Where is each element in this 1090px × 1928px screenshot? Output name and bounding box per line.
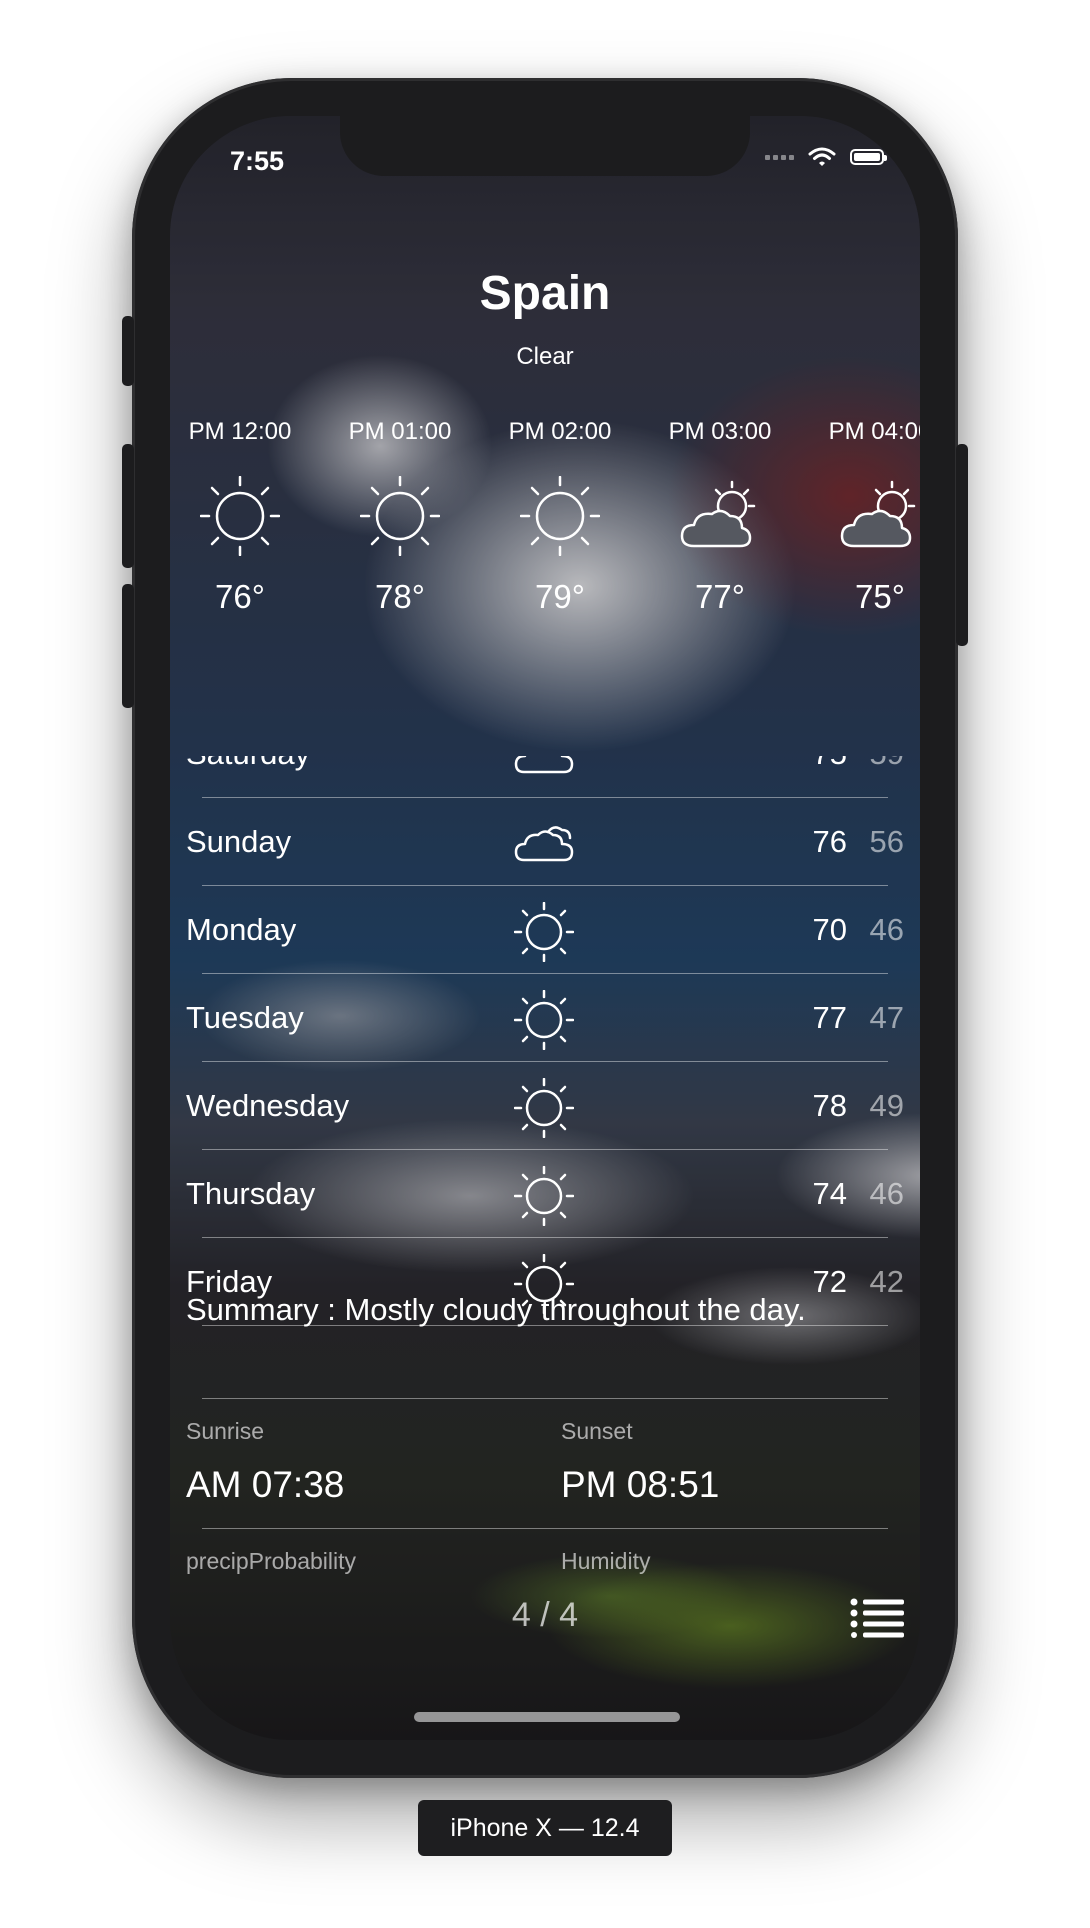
daily-row: Sunday 76 56 — [170, 798, 920, 886]
details-divider — [202, 1528, 888, 1529]
day-high: 74 — [812, 1176, 847, 1211]
mute-switch — [122, 316, 134, 386]
hourly-item: PM 03:00 77° — [650, 418, 790, 615]
summary-divider — [202, 1398, 888, 1399]
power-button — [956, 444, 968, 646]
hourly-item: PM 04:00 75° — [810, 418, 920, 615]
daily-row: Tuesday 77 47 — [170, 974, 920, 1062]
hour-time: PM 04:00 — [828, 418, 920, 445]
city-title: Spain — [479, 267, 611, 320]
hour-temp: 79° — [535, 578, 585, 615]
cloud-icon — [514, 756, 574, 774]
battery-icon — [850, 149, 887, 165]
hour-time: PM 12:00 — [188, 418, 292, 445]
hour-time: PM 01:00 — [348, 418, 452, 445]
volume-up-button — [122, 444, 134, 568]
sunrise-value: AM 07:38 — [186, 1464, 345, 1505]
sunset-label: Sunset — [561, 1418, 633, 1444]
hour-time: PM 02:00 — [508, 418, 612, 445]
page-indicator: 4 / 4 — [511, 1596, 579, 1634]
day-high: 75 — [813, 756, 847, 772]
summary-text: Summary : Mostly cloudy throughout the d… — [186, 1292, 806, 1327]
day-name: Monday — [186, 912, 297, 947]
hour-temp: 75° — [855, 578, 905, 615]
day-low: 42 — [869, 1264, 904, 1299]
sunrise-label: Sunrise — [186, 1418, 264, 1444]
hourly-item: PM 02:00 79° — [490, 418, 630, 615]
sun-icon — [514, 990, 574, 1050]
sun-icon — [514, 1078, 574, 1138]
day-high: 72 — [812, 1264, 847, 1299]
hour-temp: 76° — [215, 578, 265, 615]
day-low: 46 — [869, 1176, 904, 1211]
day-high: 70 — [812, 912, 847, 947]
precip-probability-label: precipProbability — [186, 1548, 357, 1574]
hour-temp: 77° — [695, 578, 745, 615]
hour-time: PM 03:00 — [668, 418, 772, 445]
day-high: 76 — [812, 824, 847, 859]
hourly-forecast-scroll[interactable]: PM 12:00 76° PM 01:00 78° PM 02:00 79° P… — [170, 418, 920, 768]
day-name: Wednesday — [186, 1088, 350, 1123]
home-indicator[interactable] — [414, 1712, 680, 1722]
sunset-value: PM 08:51 — [561, 1464, 720, 1505]
day-low: 59 — [870, 756, 904, 772]
sun-icon — [514, 902, 574, 962]
hourly-item: PM 01:00 78° — [330, 418, 470, 615]
day-high: 78 — [812, 1088, 847, 1123]
partly-cloudy-icon — [840, 480, 916, 548]
partly-cloudy-icon — [680, 480, 756, 548]
list-icon[interactable] — [850, 1598, 904, 1638]
sun-icon — [360, 476, 440, 556]
day-name: Thursday — [186, 1176, 316, 1211]
sun-icon — [520, 476, 600, 556]
humidity-label: Humidity — [561, 1548, 651, 1574]
notch — [340, 116, 750, 176]
cloud-icon — [514, 826, 574, 862]
daily-row: Saturday 75 59 — [170, 756, 920, 798]
daily-row: Monday 70 46 — [170, 886, 920, 974]
day-low: 46 — [869, 912, 904, 947]
sun-icon — [200, 476, 280, 556]
hour-temp: 78° — [375, 578, 425, 615]
day-high: 77 — [812, 1000, 847, 1035]
hourly-item: PM 12:00 76° — [170, 418, 310, 615]
day-name: Sunday — [186, 824, 292, 859]
status-icons — [765, 146, 887, 168]
wifi-icon — [808, 147, 836, 166]
daily-row: Wednesday 78 49 — [170, 1062, 920, 1150]
status-time: 7:55 — [230, 146, 285, 176]
day-name: Saturday — [186, 756, 310, 772]
device-label: iPhone X — 12.4 — [418, 1800, 672, 1856]
volume-down-button — [122, 584, 134, 708]
daily-forecast-list[interactable]: Saturday 75 59 Sunday 76 56 Monday — [170, 756, 920, 1356]
cellular-signal-icon — [765, 154, 794, 160]
app-screen: 7:55 Spain Clear PM 12:00 76° PM 01:00 7… — [170, 116, 920, 1740]
day-low: 56 — [869, 824, 904, 859]
day-name: Tuesday — [186, 1000, 304, 1035]
day-low: 47 — [869, 1000, 904, 1035]
daily-row: Thursday 74 46 — [170, 1150, 920, 1238]
day-low: 49 — [869, 1088, 904, 1123]
current-condition: Clear — [516, 343, 574, 370]
sun-icon — [514, 1166, 574, 1226]
